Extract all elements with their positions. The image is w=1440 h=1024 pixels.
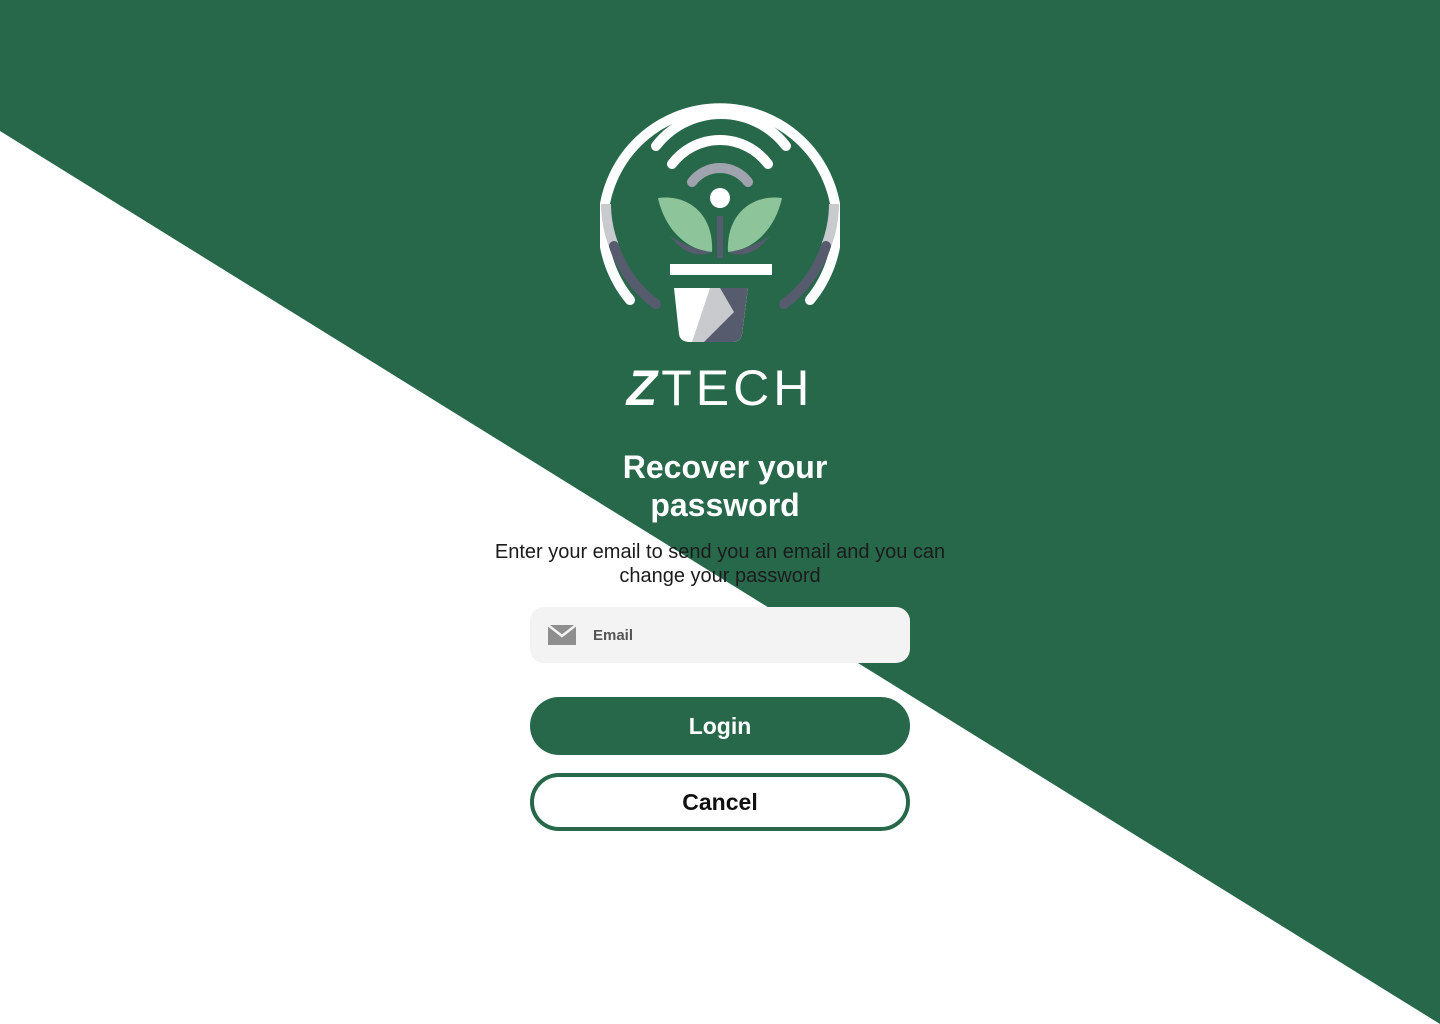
brand-name: ZTECH [620,358,820,418]
page-subtitle: Enter your email to send you an email an… [494,541,946,587]
email-input[interactable] [593,626,883,644]
email-field[interactable] [530,607,910,663]
cancel-button[interactable]: Cancel [530,773,910,831]
ztech-logo [600,103,840,342]
page-title: Recover your password [622,449,828,523]
mail-icon [548,625,576,645]
brand-name-suffix: TECH [661,360,814,416]
login-button[interactable]: Login [530,697,910,755]
brand-name-prefix: Z [626,360,662,416]
